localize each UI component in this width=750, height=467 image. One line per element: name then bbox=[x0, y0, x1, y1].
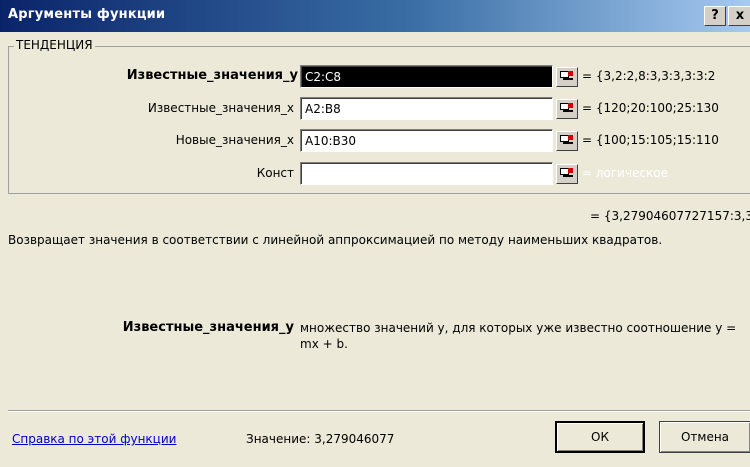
const-input[interactable] bbox=[300, 162, 553, 185]
known-x-input[interactable] bbox=[300, 97, 553, 120]
collapse-icon-bar bbox=[563, 175, 573, 177]
arg-result-known-x: = {120;20:100;25:130 bbox=[582, 101, 719, 115]
arg-label-const: Конст bbox=[256, 166, 294, 180]
argument-help-name: Известные_значения_y bbox=[122, 320, 294, 335]
ok-button[interactable]: ОК bbox=[555, 421, 645, 453]
help-link[interactable]: Справка по этой функции bbox=[12, 432, 176, 446]
arg-result-const: = логическое bbox=[582, 166, 669, 180]
formula-value: = {3,27904607727157:3,3 bbox=[590, 209, 750, 223]
arg-result-new-x: = {100;15:105;15:110 bbox=[582, 133, 719, 147]
known-y-input[interactable] bbox=[300, 65, 553, 88]
collapse-icon-bar bbox=[563, 142, 573, 144]
collapse-dialog-button-4[interactable] bbox=[556, 164, 578, 184]
collapse-icon-arrow bbox=[568, 103, 573, 108]
function-description: Возвращает значения в соответствии с лин… bbox=[8, 233, 663, 247]
arg-label-known-y: Известные_значения_y bbox=[126, 68, 298, 83]
collapse-icon-arrow bbox=[568, 168, 573, 173]
collapse-dialog-button-1[interactable] bbox=[556, 67, 578, 87]
cancel-button[interactable]: Отмена bbox=[659, 421, 750, 453]
close-button[interactable]: x bbox=[728, 6, 750, 26]
collapse-dialog-button-3[interactable] bbox=[556, 131, 578, 151]
arg-result-known-y: = {3,2:2,8:3,3:3,3:3:2 bbox=[582, 69, 716, 83]
dialog-title: Аргументы функции bbox=[8, 7, 166, 22]
arg-label-known-x: Известные_значения_x bbox=[147, 101, 294, 115]
collapse-icon-arrow bbox=[568, 135, 573, 140]
argument-help-text: множество значений y, для которых уже из… bbox=[300, 321, 737, 351]
arg-label-new-x: Новые_значения_x bbox=[175, 133, 294, 147]
help-button[interactable]: ? bbox=[704, 6, 726, 26]
collapse-icon-bar bbox=[563, 110, 573, 112]
collapse-icon-arrow bbox=[568, 71, 573, 76]
function-name-legend: ТЕНДЕНЦИЯ bbox=[14, 38, 95, 52]
collapse-dialog-button-2[interactable] bbox=[556, 99, 578, 119]
formula-result: Значение: 3,279046077 bbox=[246, 432, 395, 446]
footer-separator bbox=[8, 410, 750, 412]
new-x-input[interactable] bbox=[300, 129, 553, 152]
collapse-icon-bar bbox=[563, 78, 573, 80]
title-bar[interactable]: Аргументы функции ? x bbox=[0, 0, 750, 32]
function-arguments-dialog: Аргументы функции ? x ТЕНДЕНЦИЯ Известны… bbox=[0, 0, 750, 467]
